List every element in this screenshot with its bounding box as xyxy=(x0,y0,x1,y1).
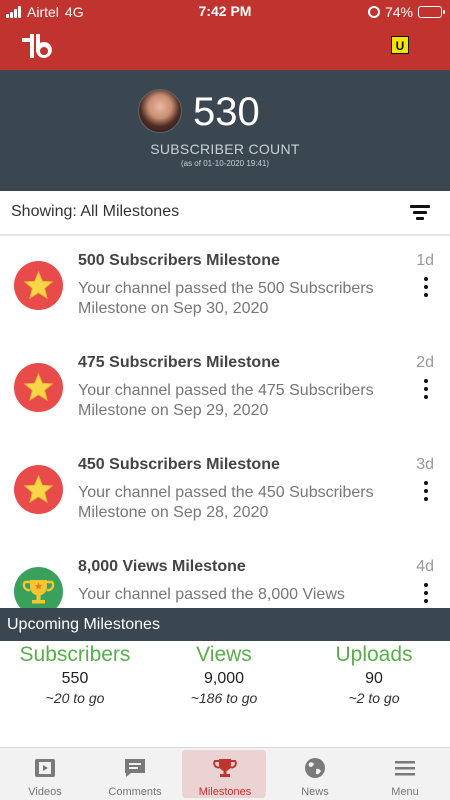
upcoming-subscribers: Subscribers 550 ~20 to go xyxy=(0,643,150,707)
filter-bar: Showing: All Milestones xyxy=(0,191,450,236)
filter-label: Showing: All Milestones xyxy=(11,203,180,220)
milestone-description: Your channel passed the 450 Subscribers … xyxy=(78,484,374,521)
more-options-icon[interactable] xyxy=(422,379,430,401)
milestone-age: 2d xyxy=(416,354,434,371)
upcoming-target: 550 xyxy=(61,670,89,687)
upcoming-label: Views xyxy=(196,643,252,666)
star-icon xyxy=(14,363,63,412)
milestone-age: 4d xyxy=(416,558,434,575)
tab-menu[interactable]: Menu xyxy=(360,748,450,800)
list-item[interactable]: 8,000 Views Milestone Your channel passe… xyxy=(0,542,450,608)
upcoming-uploads: Uploads 90 ~2 to go xyxy=(299,643,449,707)
list-item[interactable]: 450 Subscribers Milestone Your channel p… xyxy=(0,440,450,542)
videos-icon xyxy=(35,759,55,777)
more-options-icon[interactable] xyxy=(422,583,430,605)
upcoming-milestones: Subscribers 550 ~20 to go Views 9,000 ~1… xyxy=(0,641,450,747)
bottom-nav: Videos Comments Milestones News Menu xyxy=(0,747,450,800)
upgrade-badge[interactable]: U xyxy=(391,36,409,54)
upcoming-label: Subscribers xyxy=(19,643,131,666)
milestone-title: 450 Subscribers Milestone xyxy=(78,456,280,473)
upcoming-target: 9,000 xyxy=(203,670,245,687)
milestone-description: Your channel passed the 8,000 Views xyxy=(78,586,345,603)
filter-icon[interactable] xyxy=(410,204,430,220)
more-options-icon[interactable] xyxy=(422,481,430,503)
tab-news[interactable]: News xyxy=(270,748,360,800)
list-item[interactable]: 475 Subscribers Milestone Your channel p… xyxy=(0,338,450,440)
star-icon xyxy=(14,261,63,310)
battery-percent: 74% xyxy=(384,4,413,20)
tab-label: Milestones xyxy=(198,786,252,798)
tubebuddy-logo-icon[interactable] xyxy=(20,32,54,60)
milestone-title: 500 Subscribers Milestone xyxy=(78,252,280,269)
milestone-title: 475 Subscribers Milestone xyxy=(78,354,280,371)
more-options-icon[interactable] xyxy=(422,277,430,299)
app-header: U xyxy=(0,24,450,70)
upcoming-remaining: ~186 to go xyxy=(190,690,258,706)
upcoming-views: Views 9,000 ~186 to go xyxy=(149,643,299,707)
star-icon xyxy=(14,465,63,514)
rotation-lock-icon xyxy=(367,6,380,18)
tab-comments[interactable]: Comments xyxy=(90,748,180,800)
milestone-description: Your channel passed the 500 Subscribers … xyxy=(78,280,374,317)
battery-icon xyxy=(418,6,445,18)
trophy-icon xyxy=(213,759,237,777)
subscriber-count-label: SUBSCRIBER COUNT xyxy=(150,141,300,157)
milestone-age: 1d xyxy=(416,252,434,269)
tab-label: Comments xyxy=(108,786,162,798)
avatar xyxy=(138,89,182,133)
upcoming-target: 90 xyxy=(365,670,383,687)
status-bar: Airtel 4G 7:42 PM 74% xyxy=(0,0,450,24)
tab-videos[interactable]: Videos xyxy=(0,748,90,800)
milestone-age: 3d xyxy=(416,456,434,473)
upcoming-header: Upcoming Milestones xyxy=(0,608,450,641)
upcoming-remaining: ~20 to go xyxy=(45,690,105,706)
tab-label: Videos xyxy=(28,786,62,798)
status-right: 74% xyxy=(367,4,445,20)
comments-icon xyxy=(125,759,145,777)
upcoming-remaining: ~2 to go xyxy=(348,690,400,706)
tab-label: News xyxy=(301,786,329,798)
globe-icon xyxy=(305,758,325,778)
upcoming-label: Uploads xyxy=(335,643,413,666)
subscriber-panel: 530 SUBSCRIBER COUNT (as of 01-10-2020 1… xyxy=(0,70,450,191)
hamburger-icon xyxy=(395,761,415,776)
tab-milestones[interactable]: Milestones xyxy=(180,748,270,800)
trophy-icon xyxy=(14,567,63,608)
subscriber-count-timestamp: (as of 01-10-2020 19:41) xyxy=(180,159,270,168)
subscriber-count: 530 xyxy=(193,90,260,134)
milestone-list: 500 Subscribers Milestone Your channel p… xyxy=(0,236,450,608)
tab-label: Menu xyxy=(391,786,419,798)
milestone-title: 8,000 Views Milestone xyxy=(78,558,246,575)
milestone-description: Your channel passed the 475 Subscribers … xyxy=(78,382,374,419)
list-item[interactable]: 500 Subscribers Milestone Your channel p… xyxy=(0,236,450,338)
